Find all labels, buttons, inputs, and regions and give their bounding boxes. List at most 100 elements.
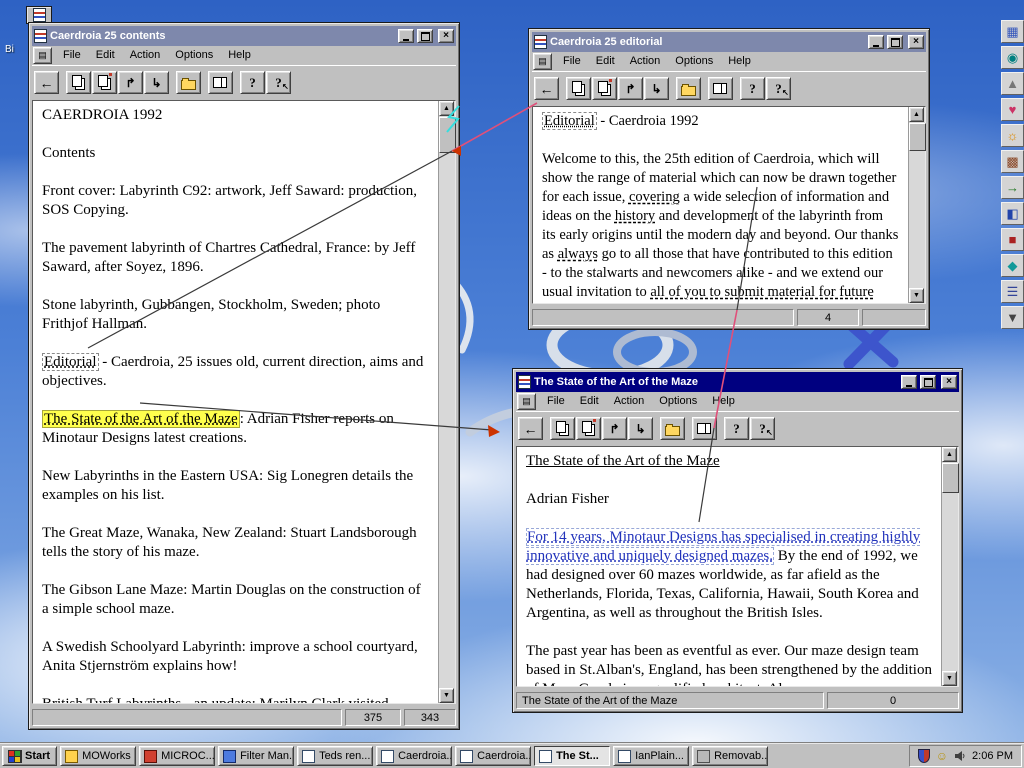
menu-edit[interactable]: Edit	[573, 393, 606, 410]
task-button-caerdroia-1[interactable]: Caerdroia...	[376, 746, 453, 766]
dock-arrow-icon[interactable]: →	[1001, 176, 1024, 199]
document-area[interactable]: Editorial - Caerdroia 1992 Welcome to th…	[533, 107, 908, 303]
toolbar-duplicate-button[interactable]	[692, 417, 717, 440]
menu-help[interactable]: Help	[721, 53, 758, 70]
dock-heart-icon[interactable]: ♥	[1001, 98, 1024, 121]
document-map-icon[interactable]: ▤	[517, 393, 536, 410]
menu-action[interactable]: Action	[607, 393, 652, 410]
state-of-art-link[interactable]: The State of the Art of the Maze	[42, 410, 240, 428]
maximize-button[interactable]	[887, 35, 903, 49]
document-map-icon[interactable]: ▤	[533, 53, 552, 70]
covering-link[interactable]: covering	[629, 189, 680, 205]
menu-file[interactable]: File	[556, 53, 588, 70]
start-button[interactable]: Start	[2, 746, 58, 766]
dock-sun-icon[interactable]: ☼	[1001, 124, 1024, 147]
toolbar-copy-plus-button[interactable]	[576, 417, 601, 440]
close-button[interactable]: ×	[941, 375, 957, 389]
vertical-scrollbar[interactable]: ▲ ▼	[941, 447, 959, 686]
task-button-ianplain[interactable]: IanPlain...	[613, 746, 690, 766]
vertical-scrollbar[interactable]: ▲ ▼	[908, 107, 926, 303]
dock-menu-lines-icon[interactable]: ☰	[1001, 280, 1024, 303]
minimize-button[interactable]	[901, 375, 917, 389]
task-button-teds[interactable]: Teds ren...	[297, 746, 374, 766]
close-button[interactable]: ×	[908, 35, 924, 49]
tray-shield-icon[interactable]	[917, 749, 930, 763]
window-system-icon[interactable]	[34, 29, 47, 43]
toolbar-copy-plus-button[interactable]	[592, 77, 617, 100]
maximize-button[interactable]	[920, 375, 936, 389]
menu-edit[interactable]: Edit	[89, 47, 122, 64]
always-link[interactable]: always	[558, 246, 598, 262]
scroll-up-button[interactable]: ▲	[942, 447, 957, 462]
toolbar-context-help-button[interactable]: ? ↖	[766, 77, 791, 100]
titlebar[interactable]: Caerdroia 25 editorial ×	[532, 32, 926, 52]
menu-help[interactable]: Help	[221, 47, 258, 64]
toolbar-link-down-button[interactable]: ↳	[628, 417, 653, 440]
menu-options[interactable]: Options	[668, 53, 720, 70]
toolbar-link-up-button[interactable]: ↱	[602, 417, 627, 440]
task-button-caerdroia-2[interactable]: Caerdroia...	[455, 746, 532, 766]
vertical-scrollbar[interactable]: ▲ ▼	[438, 101, 456, 703]
toolbar-help-button[interactable]: ?	[740, 77, 765, 100]
menu-action[interactable]: Action	[123, 47, 168, 64]
menu-edit[interactable]: Edit	[589, 53, 622, 70]
toolbar-open-button[interactable]	[660, 417, 685, 440]
toolbar-duplicate-button[interactable]	[208, 71, 233, 94]
task-button-state-of-art[interactable]: The St...	[534, 746, 611, 766]
dock-target-icon[interactable]: ◉	[1001, 46, 1024, 69]
titlebar[interactable]: The State of the Art of the Maze ×	[516, 372, 959, 392]
scrollbar-thumb[interactable]	[942, 463, 959, 493]
scrollbar-thumb[interactable]	[909, 123, 926, 151]
editorial-link[interactable]: Editorial	[42, 353, 99, 371]
editorial-link[interactable]: Editorial	[542, 112, 597, 130]
toolbar-link-down-button[interactable]: ↳	[644, 77, 669, 100]
menu-help[interactable]: Help	[705, 393, 742, 410]
scroll-down-button[interactable]: ▼	[909, 288, 924, 303]
toolbar-back-button[interactable]: ←	[534, 77, 559, 100]
toolbar-context-help-button[interactable]: ? ↖	[750, 417, 775, 440]
scroll-down-button[interactable]: ▼	[942, 671, 957, 686]
menu-options[interactable]: Options	[168, 47, 220, 64]
scroll-down-button[interactable]: ▼	[439, 688, 454, 703]
toolbar-duplicate-button[interactable]	[708, 77, 733, 100]
scroll-up-button[interactable]: ▲	[439, 101, 454, 116]
speaker-icon[interactable]	[954, 750, 966, 762]
toolbar-open-button[interactable]	[676, 77, 701, 100]
toolbar-copy-button[interactable]	[550, 417, 575, 440]
dock-red-square-icon[interactable]: ■	[1001, 228, 1024, 251]
toolbar-copy-button[interactable]	[566, 77, 591, 100]
titlebar[interactable]: Caerdroia 25 contents ×	[32, 26, 456, 46]
history-link[interactable]: history	[615, 208, 655, 224]
document-map-icon[interactable]: ▤	[33, 47, 52, 64]
close-button[interactable]: ×	[438, 29, 454, 43]
menu-action[interactable]: Action	[623, 53, 668, 70]
scroll-up-button[interactable]: ▲	[909, 107, 924, 122]
toolbar-link-down-button[interactable]: ↳	[144, 71, 169, 94]
task-button-removable[interactable]: Removab...	[692, 746, 769, 766]
toolbar-copy-button[interactable]	[66, 71, 91, 94]
window-system-icon[interactable]	[518, 375, 531, 389]
toolbar-link-up-button[interactable]: ↱	[118, 71, 143, 94]
dock-grid-icon[interactable]: ▦	[1001, 20, 1024, 43]
dock-diamond-icon[interactable]: ◆	[1001, 254, 1024, 277]
minimize-button[interactable]	[398, 29, 414, 43]
menu-options[interactable]: Options	[652, 393, 704, 410]
dock-split-square-icon[interactable]: ◧	[1001, 202, 1024, 225]
task-button-microcosm[interactable]: MICROC...	[139, 746, 216, 766]
toolbar-back-button[interactable]: ←	[518, 417, 543, 440]
task-button-filter-manager[interactable]: Filter Man...	[218, 746, 295, 766]
toolbar-context-help-button[interactable]: ? ↖	[266, 71, 291, 94]
toolbar-back-button[interactable]: ←	[34, 71, 59, 94]
toolbar-open-button[interactable]	[176, 71, 201, 94]
document-area[interactable]: CAERDROIA 1992 Contents Front cover: Lab…	[33, 101, 438, 703]
state-heading-link[interactable]: The State of the Art of the Maze	[526, 453, 720, 469]
toolbar-link-up-button[interactable]: ↱	[618, 77, 643, 100]
task-button-moworks[interactable]: MOWorks	[60, 746, 137, 766]
document-area[interactable]: The State of the Art of the Maze Adrian …	[517, 447, 941, 686]
dock-peak-icon[interactable]: ▲	[1001, 72, 1024, 95]
menu-file[interactable]: File	[56, 47, 88, 64]
dock-weave-icon[interactable]: ▩	[1001, 150, 1024, 173]
toolbar-help-button[interactable]: ?	[240, 71, 265, 94]
toolbar-help-button[interactable]: ?	[724, 417, 749, 440]
dock-down-triangle-icon[interactable]: ▼	[1001, 306, 1024, 329]
